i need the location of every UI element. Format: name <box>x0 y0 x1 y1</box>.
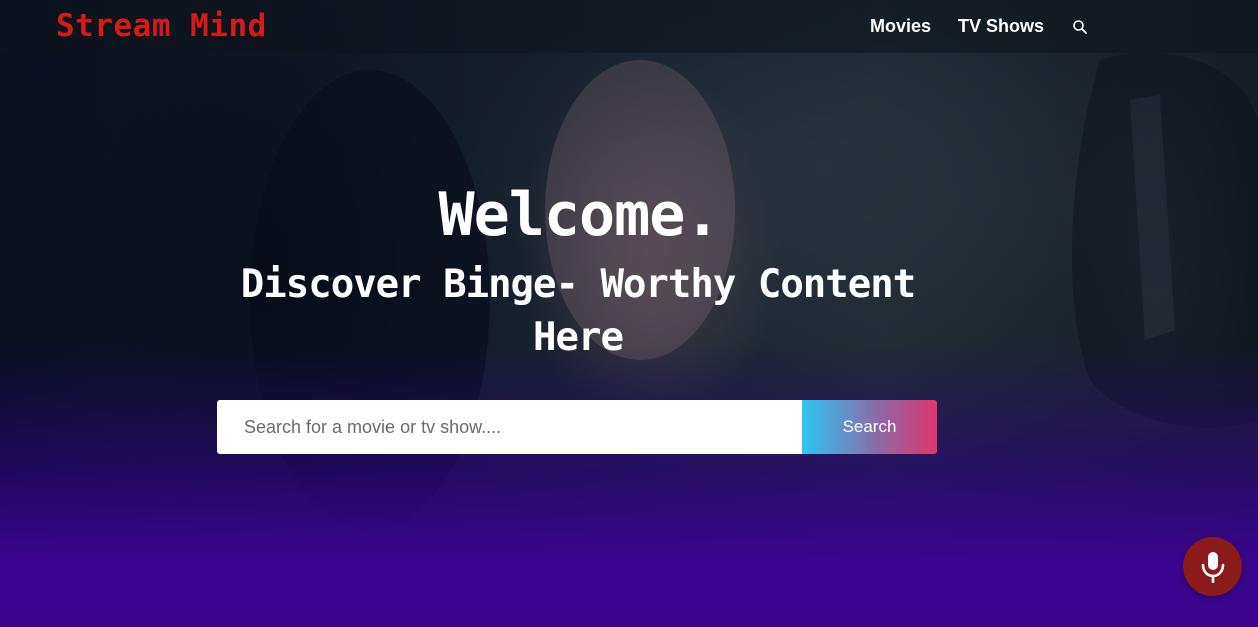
search-icon[interactable] <box>1072 19 1088 35</box>
voice-search-button[interactable] <box>1183 537 1242 596</box>
search-form: Search <box>217 400 937 454</box>
search-input[interactable] <box>217 400 802 454</box>
main-nav: Movies TV Shows <box>843 16 1088 37</box>
hero-subtitle: Discover Binge- Worthy Content Here <box>240 262 916 360</box>
top-navbar: Stream Mind Movies TV Shows <box>0 0 1258 53</box>
nav-link-movies[interactable]: Movies <box>870 16 931 37</box>
nav-link-tv-shows[interactable]: TV Shows <box>958 16 1044 37</box>
microphone-icon <box>1201 551 1224 583</box>
site-logo[interactable]: Stream Mind <box>56 8 267 44</box>
hero-title: Welcome. <box>438 180 721 250</box>
search-button[interactable]: Search <box>802 400 937 454</box>
